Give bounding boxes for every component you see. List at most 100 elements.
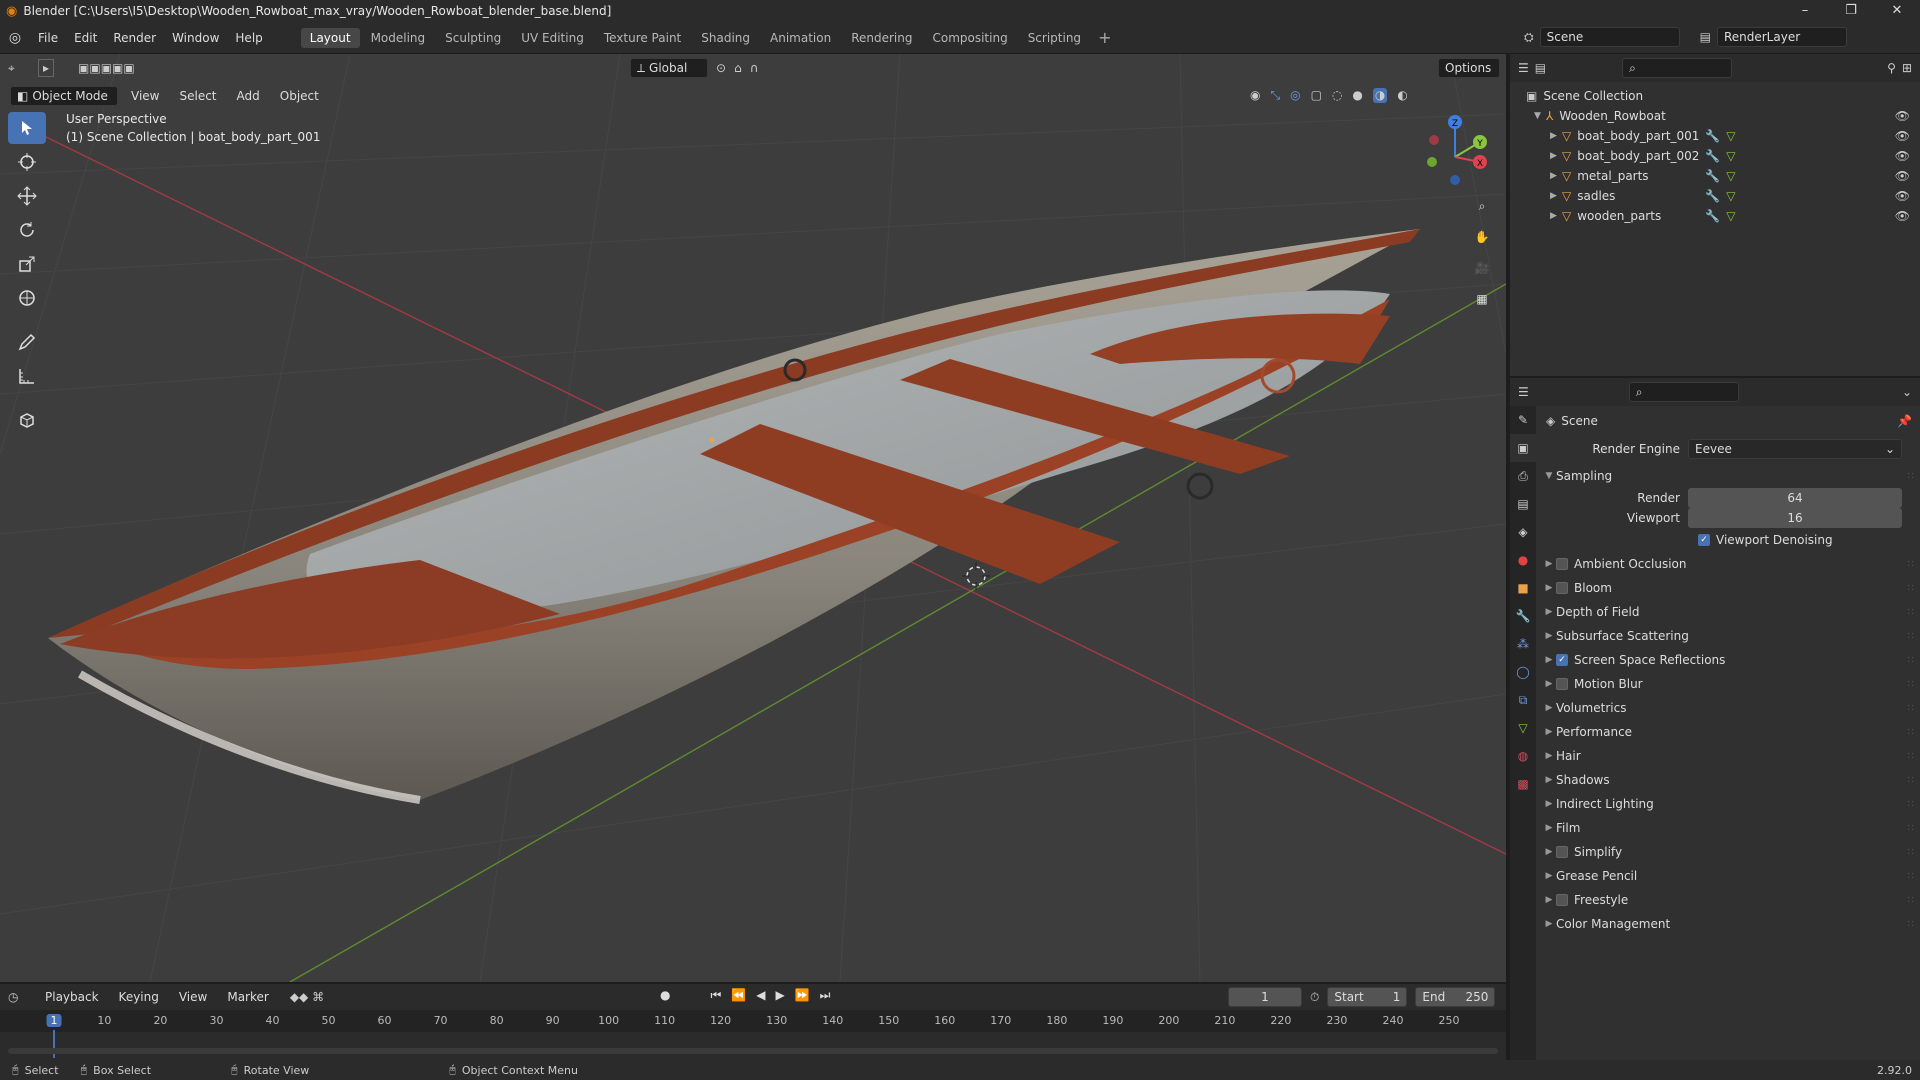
select-box-modes-icon[interactable]: ▣▣▣▣▣ <box>78 61 135 75</box>
add-workspace-icon[interactable]: + <box>1092 28 1117 47</box>
snap-icon[interactable]: ⌂ <box>734 61 742 75</box>
scene-selector[interactable]: Scene <box>1539 27 1680 47</box>
measure-tool[interactable] <box>8 360 46 392</box>
timeline-scrollbar[interactable] <box>8 1048 1498 1054</box>
tab-texture-paint[interactable]: Texture Paint <box>595 28 690 48</box>
transform-tool[interactable] <box>8 282 46 314</box>
outliner-scene-collection[interactable]: ▣ Scene Collection <box>1510 86 1920 106</box>
constraints-tab-icon[interactable]: ⧉ <box>1510 686 1536 714</box>
render-section[interactable]: ▶ Subsurface Scattering ∷ <box>1538 624 1920 648</box>
menu-file[interactable]: File <box>30 31 66 45</box>
frame-ruler[interactable]: 1 10 20 30 40 50 60 70 80 90 100 110 120 130 140 150 160… <box>0 1010 1506 1058</box>
properties-editor-icon[interactable]: ☰ <box>1518 385 1529 399</box>
render-section[interactable]: ▶ Shadows ∷ <box>1538 768 1920 792</box>
tab-animation[interactable]: Animation <box>761 28 840 48</box>
current-frame-field[interactable]: 1 <box>1228 987 1302 1007</box>
transform-orientation-dropdown[interactable]: ⟂ Global <box>630 58 708 78</box>
particles-tab-icon[interactable]: ⁂ <box>1510 630 1536 658</box>
drag-grip-icon[interactable]: ∷ <box>1908 679 1914 690</box>
drag-grip-icon[interactable]: ∷ <box>1908 823 1914 834</box>
proportional-editing-icon[interactable]: ∩ <box>750 61 759 75</box>
rotate-tool[interactable] <box>8 214 46 246</box>
new-collection-icon[interactable]: ⊞ <box>1902 61 1912 75</box>
tab-rendering[interactable]: Rendering <box>842 28 921 48</box>
editor-type-icon[interactable]: ⌖ <box>8 61 34 76</box>
tab-compositing[interactable]: Compositing <box>923 28 1016 48</box>
ortho-grid-icon[interactable]: ▦ <box>1468 285 1496 313</box>
mesh-data-icon[interactable]: ▽ <box>1726 169 1735 183</box>
expand-arrow-icon[interactable]: ▶ <box>1550 151 1562 161</box>
timeline-menu-view[interactable]: View <box>172 987 214 1007</box>
visibility-eye-icon[interactable]: 👁 <box>1895 209 1910 223</box>
drag-grip-icon[interactable]: ∷ <box>1908 703 1914 714</box>
render-engine-dropdown[interactable]: Eevee ⌄ <box>1688 439 1902 459</box>
scene-tab-icon[interactable]: ◈ <box>1510 518 1536 546</box>
pin-icon[interactable]: 📌 <box>1897 414 1912 428</box>
drag-grip-icon[interactable]: ∷ <box>1908 559 1914 570</box>
outliner-object-row[interactable]: ▶ ▽ wooden_parts 🔧 ▽ 👁 <box>1510 206 1920 226</box>
render-tab-icon[interactable]: ▣ <box>1510 434 1536 462</box>
tab-sculpting[interactable]: Sculpting <box>436 28 510 48</box>
scene-icon[interactable]: ⛭ <box>1524 30 1534 45</box>
preview-range-icon[interactable]: ⏱ <box>1310 990 1319 1005</box>
outliner-editor-icon[interactable]: ☰ <box>1518 61 1529 75</box>
data-tab-icon[interactable]: ▽ <box>1510 714 1536 742</box>
timeline-menu-marker[interactable]: Marker <box>220 987 275 1007</box>
tab-modeling[interactable]: Modeling <box>362 28 435 48</box>
mesh-data-icon[interactable]: ▽ <box>1726 209 1735 223</box>
viewport-denoising-checkbox[interactable]: ✓ <box>1698 534 1710 546</box>
outliner-search-input[interactable]: ⌕ <box>1622 58 1733 78</box>
timeline-menu-keying[interactable]: Keying <box>112 987 166 1007</box>
view-layer-selector[interactable]: RenderLayer <box>1716 27 1847 47</box>
drag-grip-icon[interactable]: ∷ <box>1908 583 1914 594</box>
camera-view-icon[interactable]: 🎥 <box>1468 254 1496 282</box>
expand-arrow-icon[interactable]: ▶ <box>1550 211 1562 221</box>
outliner-object-row[interactable]: ▶ ▽ boat_body_part_001 🔧 ▽ 👁 <box>1510 126 1920 146</box>
viewport-menu-add[interactable]: Add <box>230 86 267 106</box>
outliner-object-row[interactable]: ▶ ▽ boat_body_part_002 🔧 ▽ 👁 <box>1510 146 1920 166</box>
modifier-tab-icon[interactable]: 🔧 <box>1510 602 1536 630</box>
annotate-tool[interactable] <box>8 326 46 358</box>
keyframe-icons[interactable]: ◆◆ ⌘ <box>290 990 324 1004</box>
drag-grip-icon[interactable]: ∷ <box>1908 871 1914 882</box>
modifier-icon[interactable]: 🔧 <box>1705 189 1720 203</box>
render-section[interactable]: ▶ Volumetrics ∷ <box>1538 696 1920 720</box>
drag-grip-icon[interactable]: ∷ <box>1908 631 1914 642</box>
options-dropdown[interactable]: Options <box>1438 58 1500 78</box>
close-button[interactable]: ✕ <box>1874 0 1920 22</box>
menu-render[interactable]: Render <box>105 31 164 45</box>
wireframe-shading-icon[interactable]: ◌ <box>1332 88 1342 103</box>
drag-grip-icon[interactable]: ∷ <box>1908 847 1914 858</box>
cursor-tool[interactable] <box>8 146 46 178</box>
menu-help[interactable]: Help <box>227 31 270 45</box>
jump-start-icon[interactable]: ⏮ <box>710 988 721 1003</box>
render-section[interactable]: ▶ Depth of Field ∷ <box>1538 600 1920 624</box>
render-section[interactable]: ▶ Hair ∷ <box>1538 744 1920 768</box>
render-section[interactable]: ▶ Motion Blur ∷ <box>1538 672 1920 696</box>
mesh-data-icon[interactable]: ▽ <box>1726 129 1735 143</box>
menu-edit[interactable]: Edit <box>66 31 105 45</box>
panel-options-icon[interactable]: ⌄ <box>1902 385 1912 399</box>
maximize-button[interactable]: ❐ <box>1828 0 1874 22</box>
minimize-button[interactable]: – <box>1782 0 1828 22</box>
world-tab-icon[interactable]: ● <box>1510 546 1536 574</box>
modifier-icon[interactable]: 🔧 <box>1705 209 1720 223</box>
expand-arrow-icon[interactable]: ▶ <box>1550 171 1562 181</box>
start-frame-field[interactable]: Start 1 <box>1327 987 1408 1007</box>
select-mode-icon[interactable]: ▸ <box>38 59 55 77</box>
overlay-toggle-icon[interactable]: ◎ <box>1290 88 1300 103</box>
viewport-samples-field[interactable]: 16 <box>1688 508 1902 528</box>
section-enable-checkbox[interactable] <box>1556 558 1568 570</box>
pivot-point-icon[interactable]: ⊙ <box>716 61 726 75</box>
render-section[interactable]: ▶ Performance ∷ <box>1538 720 1920 744</box>
view-layer-icon[interactable]: ▤ <box>1700 30 1711 44</box>
expand-arrow-icon[interactable]: ▶ <box>1550 131 1562 141</box>
prev-keyframe-icon[interactable]: ⏪ <box>731 988 746 1003</box>
object-mode-dropdown[interactable]: ◧ Object Mode <box>10 86 118 106</box>
tab-scripting[interactable]: Scripting <box>1019 28 1090 48</box>
end-frame-field[interactable]: End 250 <box>1415 987 1496 1007</box>
visibility-eye-icon[interactable]: 👁 <box>1895 169 1910 183</box>
drag-grip-icon[interactable]: ∷ <box>1908 799 1914 810</box>
visibility-eye-icon[interactable]: 👁 <box>1895 109 1910 123</box>
viewport-denoising-row[interactable]: ✓ Viewport Denoising <box>1538 528 1920 552</box>
